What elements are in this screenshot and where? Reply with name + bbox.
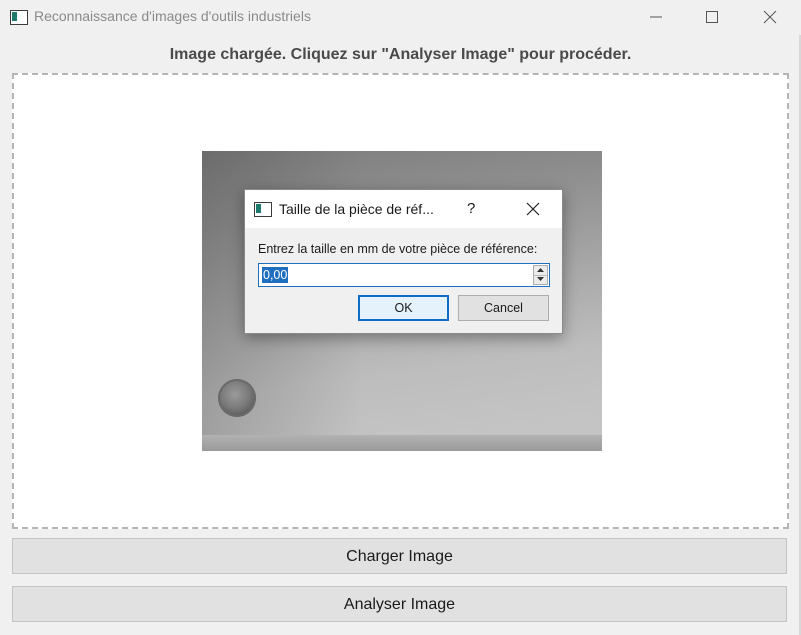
dialog-app-icon xyxy=(254,202,272,217)
maximize-button[interactable] xyxy=(683,0,741,35)
chevron-down-icon xyxy=(537,277,544,281)
reference-size-dialog: Taille de la pièce de réf... ? Entrez la… xyxy=(244,189,563,334)
load-image-button[interactable]: Charger Image xyxy=(12,538,787,574)
close-button[interactable] xyxy=(741,0,799,35)
spin-buttons xyxy=(533,265,548,285)
analyze-image-button[interactable]: Analyser Image xyxy=(12,586,787,622)
dialog-prompt: Entrez la taille en mm de votre pièce de… xyxy=(258,242,538,256)
window-title: Reconnaissance d'images d'outils industr… xyxy=(34,8,311,24)
dialog-close-button[interactable] xyxy=(521,198,545,220)
title-bar: Reconnaissance d'images d'outils industr… xyxy=(0,0,801,35)
minimize-icon xyxy=(650,16,662,18)
size-spinbox[interactable]: 0,00 xyxy=(258,263,550,287)
minimize-button[interactable] xyxy=(627,0,685,35)
close-icon xyxy=(526,202,540,216)
cancel-button[interactable]: Cancel xyxy=(458,295,549,321)
close-icon xyxy=(763,10,777,24)
chevron-up-icon xyxy=(537,268,544,272)
size-value[interactable]: 0,00 xyxy=(262,267,289,283)
app-icon xyxy=(10,10,28,25)
maximize-icon xyxy=(706,11,718,23)
help-button[interactable]: ? xyxy=(467,200,475,217)
dialog-title: Taille de la pièce de réf... xyxy=(279,201,434,217)
reference-coin xyxy=(218,379,256,417)
dialog-title-bar: Taille de la pièce de réf... ? xyxy=(245,190,562,228)
spin-down-button[interactable] xyxy=(534,275,547,284)
ok-button[interactable]: OK xyxy=(358,295,449,321)
status-label: Image chargée. Cliquez sur "Analyser Ima… xyxy=(169,46,632,63)
